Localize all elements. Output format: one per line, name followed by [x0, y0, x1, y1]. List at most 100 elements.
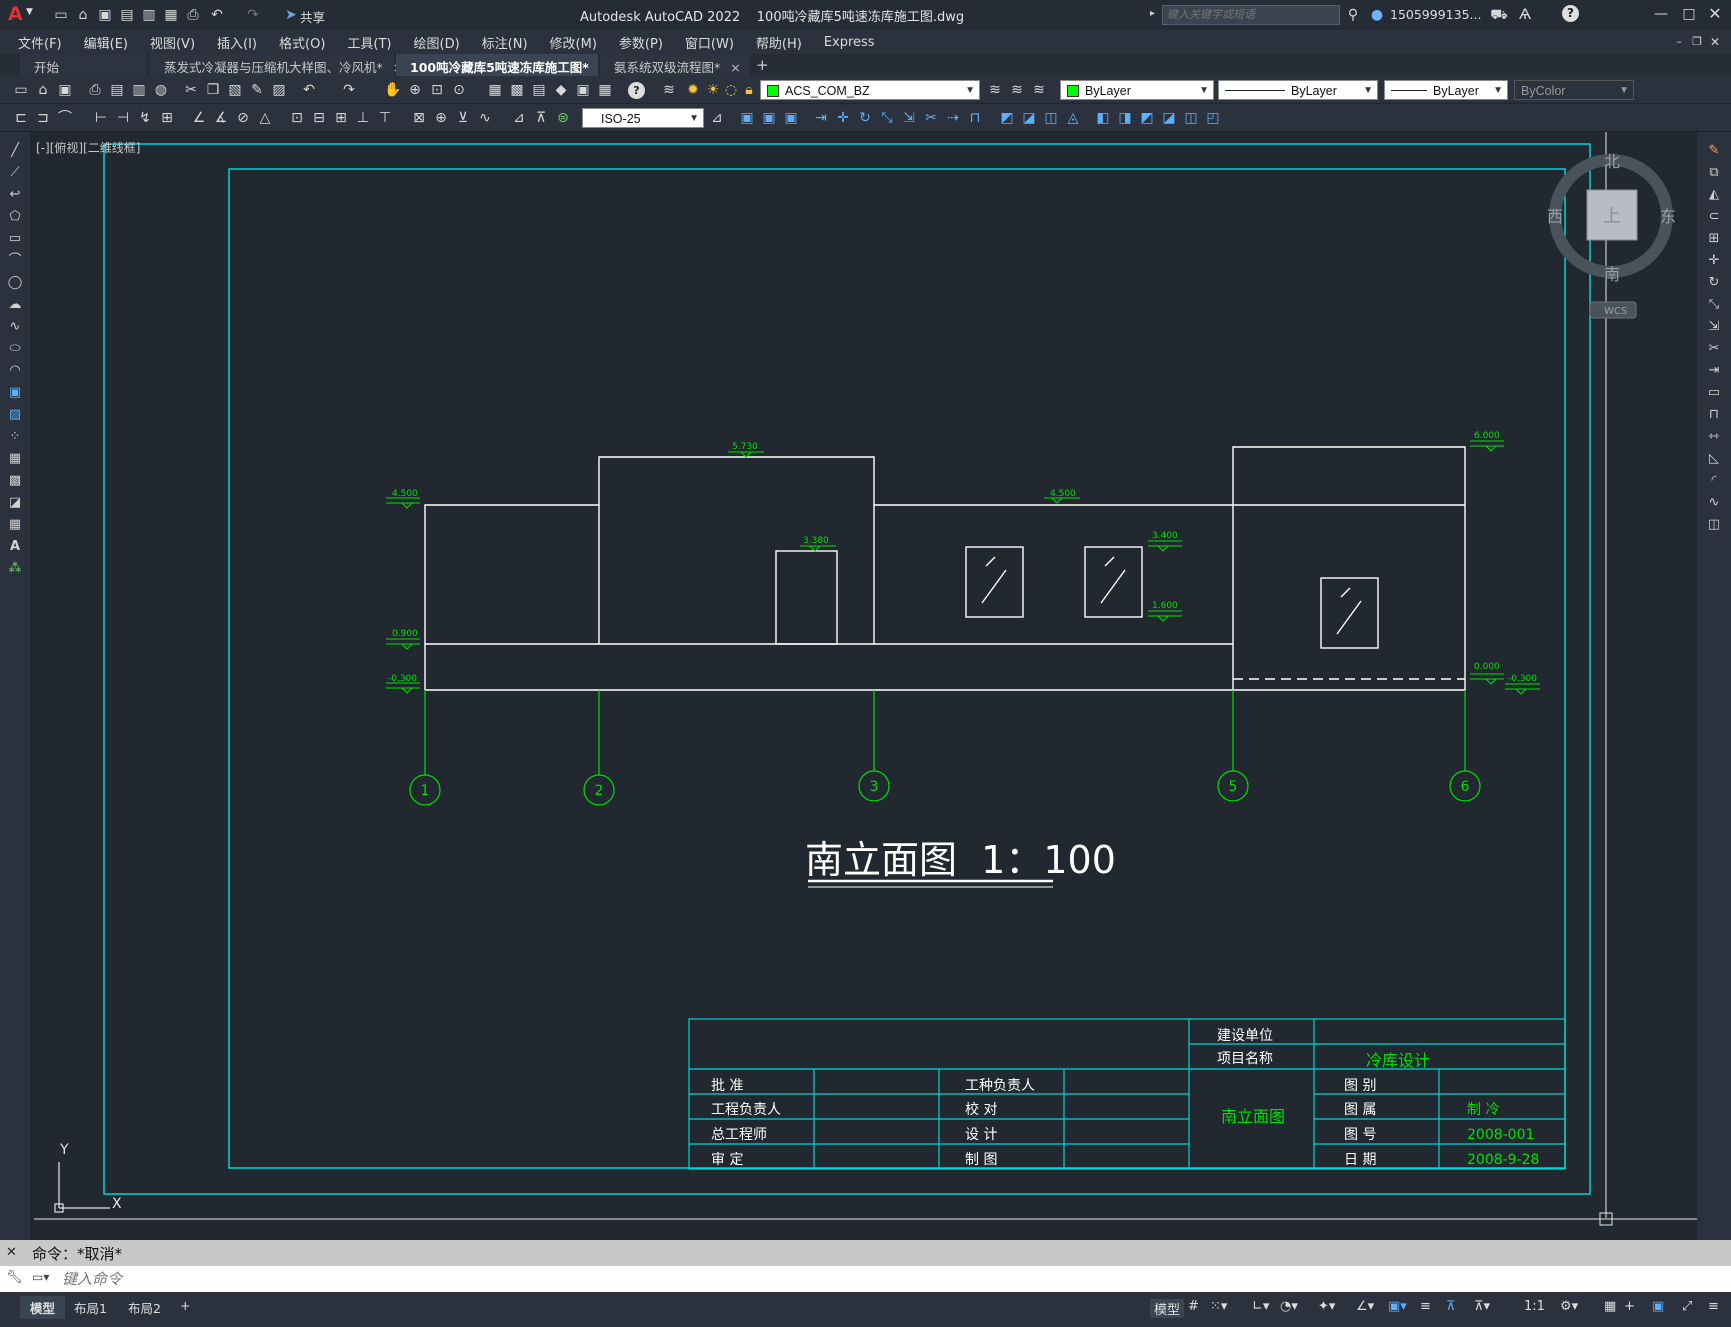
layer-freeze-icon[interactable]: ☀: [704, 81, 722, 99]
block-icon[interactable]: ◪: [1160, 109, 1178, 127]
save-icon[interactable]: ▣: [56, 81, 74, 99]
join-icon[interactable]: ◩: [998, 109, 1016, 127]
gradient-icon[interactable]: ▩: [6, 472, 24, 490]
polyline-icon[interactable]: ↩: [6, 186, 24, 204]
dim-update-icon[interactable]: ∿: [476, 109, 494, 127]
add-layout-button[interactable]: +: [170, 1296, 200, 1315]
menu-parametric[interactable]: 参数(P): [619, 33, 663, 52]
polar-icon[interactable]: ◔▾: [1280, 1299, 1298, 1314]
web-icon[interactable]: ◍: [152, 81, 170, 99]
layer-manager-icon[interactable]: ≋: [660, 81, 678, 99]
menu-dimension[interactable]: 标注(N): [482, 33, 528, 52]
dim-reassociate-icon[interactable]: ⊜: [554, 109, 572, 127]
design-center-icon[interactable]: ▩: [508, 81, 526, 99]
mtext-icon[interactable]: A: [6, 538, 24, 556]
explode-icon[interactable]: ◫: [1705, 516, 1723, 534]
menu-view[interactable]: 视图(V): [150, 33, 195, 52]
extend-icon[interactable]: ⇢: [944, 109, 962, 127]
lineweight-dropdown[interactable]: ByLayer ▼: [1384, 80, 1508, 100]
tab-layout2[interactable]: 布局2: [118, 1296, 171, 1319]
dim-continue-icon[interactable]: △: [256, 109, 274, 127]
save-as-icon[interactable]: ▤: [118, 6, 136, 24]
copy-icon[interactable]: ⧉: [1705, 164, 1723, 182]
copy-obj-icon[interactable]: ▣: [738, 109, 756, 127]
center-mark-icon[interactable]: ⊥: [354, 109, 372, 127]
dim-radius-icon[interactable]: ⊣: [114, 109, 132, 127]
tab-cold-storage[interactable]: 100吨冷藏库5吨速冻库施工图*×: [396, 54, 609, 76]
share-icon[interactable]: ➤: [282, 6, 300, 24]
group-icon[interactable]: ◨: [1116, 109, 1134, 127]
dim-text-edit-icon[interactable]: ⊻: [454, 109, 472, 127]
sheetset-icon[interactable]: ◆: [552, 81, 570, 99]
dim-override-icon[interactable]: ⊼: [532, 109, 550, 127]
doc-restore-icon[interactable]: ❐: [1688, 33, 1706, 51]
plot-web-icon[interactable]: ▦: [162, 6, 180, 24]
layer-dropdown[interactable]: ACS_COM_BZ ▼: [760, 80, 980, 100]
erase-icon[interactable]: ◧: [1094, 109, 1112, 127]
autodesk-a360-icon[interactable]: Ѧ: [1516, 6, 1534, 24]
tab-condenser[interactable]: 蒸发式冷凝器与压缩机大样图、冷风机*×: [150, 54, 403, 76]
open-file-icon[interactable]: ⌂: [74, 6, 92, 24]
compass-west[interactable]: 西: [1547, 207, 1563, 226]
pan-icon[interactable]: ✋: [384, 81, 402, 99]
cut-icon[interactable]: ✂: [182, 81, 200, 99]
dim-jogged-icon[interactable]: ↯: [136, 109, 154, 127]
print-icon[interactable]: ⎙: [184, 6, 202, 24]
layer-on-icon[interactable]: ✹: [684, 81, 702, 99]
command-line[interactable]: 🔧︎ ▭▾: [0, 1266, 1731, 1292]
array-icon[interactable]: ⊞: [1705, 230, 1723, 248]
hardware-accel-icon[interactable]: ▣: [1652, 1299, 1664, 1314]
cart-icon[interactable]: ⛟: [1490, 6, 1508, 24]
menu-format[interactable]: 格式(O): [279, 33, 325, 52]
redo-icon[interactable]: ↷: [340, 81, 358, 99]
dim-angular-icon[interactable]: ∠: [190, 109, 208, 127]
annotation-scale[interactable]: 1:1: [1524, 1299, 1545, 1314]
ellipse-arc-icon[interactable]: ◠: [6, 362, 24, 380]
ungroup-icon[interactable]: ◩: [1138, 109, 1156, 127]
break-at-point-icon[interactable]: ▭: [1705, 384, 1723, 402]
insert-block-icon[interactable]: ▣: [6, 384, 24, 402]
scale-icon[interactable]: ⤡: [1705, 296, 1723, 314]
osnap-icon[interactable]: ∠▾: [1356, 1299, 1374, 1314]
hatch-icon[interactable]: ▦: [6, 450, 24, 468]
dimstyle-dropdown[interactable]: ISO-25 ▼: [582, 108, 704, 128]
menu-modify[interactable]: 修改(M): [550, 33, 597, 52]
dim-aligned-icon[interactable]: ⊐: [34, 109, 52, 127]
search-icon[interactable]: ⚲: [1344, 6, 1362, 24]
dim-style-icon[interactable]: ⊿: [510, 109, 528, 127]
blend-curves-icon[interactable]: ∿: [1705, 494, 1723, 512]
compass-north[interactable]: 北: [1604, 152, 1620, 171]
table-icon[interactable]: ▦: [6, 516, 24, 534]
dim-edit-icon[interactable]: ⊕: [432, 109, 450, 127]
dim-break-icon[interactable]: ⊟: [310, 109, 328, 127]
autocad-logo-icon[interactable]: A: [8, 3, 23, 25]
undo-icon[interactable]: ↶: [300, 81, 318, 99]
search-input[interactable]: [1162, 5, 1340, 25]
scale-icon[interactable]: ⤡: [878, 109, 896, 127]
menu-window[interactable]: 窗口(W): [685, 33, 734, 52]
plot-icon[interactable]: ▥: [130, 81, 148, 99]
ellipse-icon[interactable]: ⬭: [6, 340, 24, 358]
menu-tools[interactable]: 工具(T): [347, 33, 391, 52]
offset-icon[interactable]: ⊂: [1705, 208, 1723, 226]
dim-linear-icon[interactable]: ⊏: [12, 109, 30, 127]
compass-south[interactable]: 南: [1604, 265, 1620, 284]
tab-ammonia[interactable]: 氨系统双级流程图* ×: [600, 54, 750, 76]
tab-close-icon[interactable]: ×: [730, 60, 740, 75]
erase-icon[interactable]: ✎: [1705, 142, 1723, 160]
dim-diameter-icon[interactable]: ⊞: [158, 109, 176, 127]
chamfer-icon[interactable]: ◺: [1705, 450, 1723, 468]
model-space-button[interactable]: 模型: [1150, 1299, 1185, 1318]
menu-express[interactable]: Express: [824, 35, 875, 50]
dim-ordinate-icon[interactable]: ⊢: [92, 109, 110, 127]
insert-block-icon[interactable]: ◫: [1182, 109, 1200, 127]
search-expand-icon[interactable]: ▸: [1150, 8, 1155, 19]
ortho-icon[interactable]: ∟▾: [1252, 1299, 1269, 1314]
linetype-dropdown[interactable]: ByLayer ▼: [1218, 80, 1378, 100]
mirror-icon[interactable]: ◭: [1705, 186, 1723, 204]
break-icon[interactable]: ⊓: [966, 109, 984, 127]
zoom-window-icon[interactable]: ⊡: [428, 81, 446, 99]
preview-icon[interactable]: ▤: [108, 81, 126, 99]
close-icon[interactable]: ✕: [1706, 5, 1724, 23]
isolate-icon[interactable]: ▦: [1604, 1299, 1616, 1314]
